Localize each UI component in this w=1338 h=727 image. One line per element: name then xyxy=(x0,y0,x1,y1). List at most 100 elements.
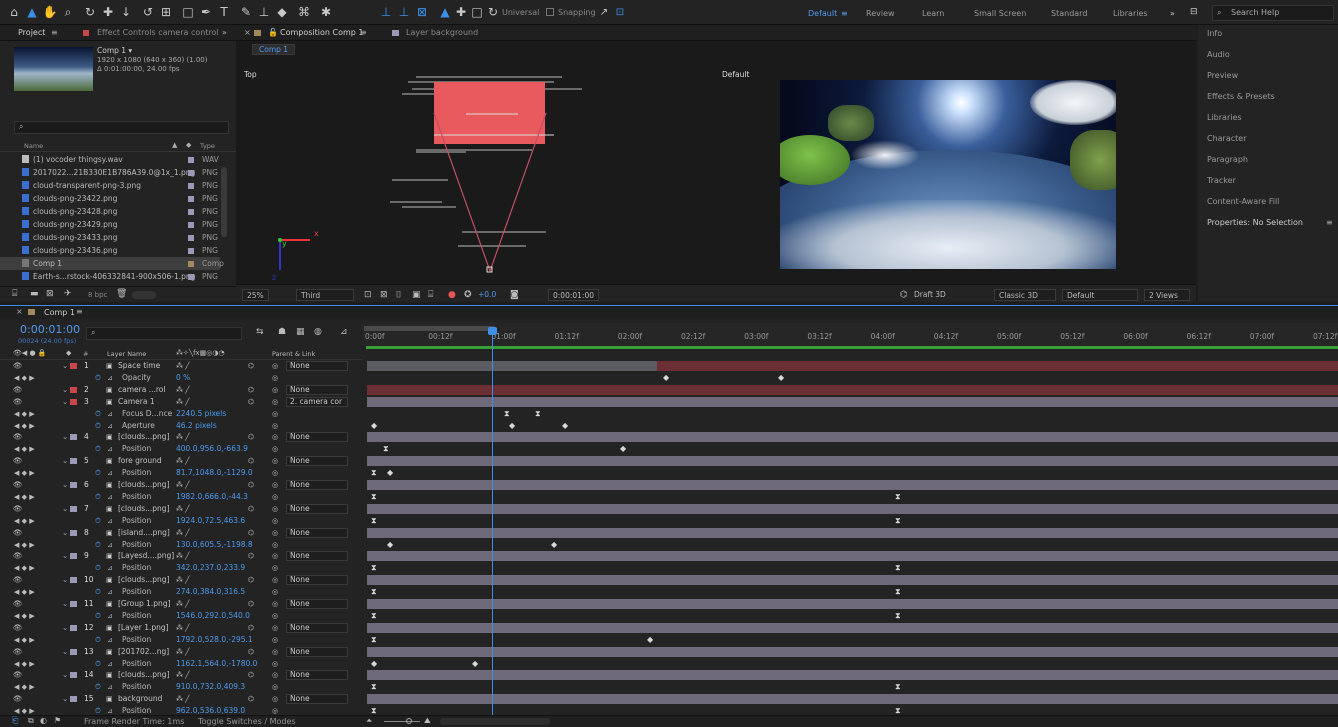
pickwhip-icon[interactable]: ◎ xyxy=(272,455,278,467)
keyframe-nav-icon[interactable]: ◀ ◆ ▶ xyxy=(14,658,35,670)
stopwatch-icon[interactable]: ⏱ xyxy=(95,634,101,646)
transparency-grid-icon[interactable]: ⊠ xyxy=(380,289,388,301)
properties-panel-tab[interactable]: Properties: No Selection xyxy=(1207,218,1303,227)
exposure-icon[interactable]: ✪ xyxy=(464,289,472,301)
layer-name[interactable]: [Group 1.png] xyxy=(118,598,171,610)
keyframe-nav-icon[interactable]: ◀ ◆ ▶ xyxy=(14,443,35,455)
layer-label-color[interactable] xyxy=(70,529,77,536)
project-menu-icon[interactable]: ≡ xyxy=(51,28,58,37)
layer-row[interactable]: 👁 ⌄ 11 ▣ [Group 1.png] ⁂ ╱ ⌬ ◎ None xyxy=(0,598,362,610)
twirl-arrow-icon[interactable]: ⌄ xyxy=(62,646,68,658)
layer-name[interactable]: background xyxy=(118,693,162,705)
workspace-libraries[interactable]: Libraries xyxy=(1113,9,1148,18)
keyframe-icon[interactable]: ⧗ xyxy=(535,408,541,420)
stopwatch-icon[interactable]: ⏱ xyxy=(95,658,101,670)
property-value[interactable]: 910.0,732.0,409.3 xyxy=(176,681,245,693)
switches-icon[interactable]: ⁂ ╱ xyxy=(176,455,189,467)
project-item[interactable]: 2017022...21B330E1B786A39.0@1x_1.png PNG xyxy=(0,166,220,179)
property-value[interactable]: 342.0,237.0,233.9 xyxy=(176,562,245,574)
switches-icon[interactable]: ⁂ ╱ xyxy=(176,598,189,610)
layer-row[interactable]: 👁 ⌄ 1 ▣ Space time ⁂ ╱ ⌬ ◎ None xyxy=(0,360,362,372)
layer-name[interactable]: Space time xyxy=(118,360,160,372)
keyframe-icon[interactable]: ⧗ xyxy=(504,408,510,420)
layer-label-color[interactable] xyxy=(70,624,77,631)
project-item[interactable]: clouds-png-23428.png PNG xyxy=(0,205,220,218)
3d-layer-icon[interactable]: ⌬ xyxy=(248,455,254,467)
composition-flowchart-icon[interactable]: ⇆ xyxy=(256,327,264,337)
parent-dropdown[interactable]: None xyxy=(286,384,348,395)
keyframe-icon[interactable]: ⧗ xyxy=(371,634,377,646)
layer-duration-bar[interactable] xyxy=(367,384,1338,396)
search-help-input[interactable]: ⌕ Search Help xyxy=(1212,5,1334,21)
layer-label-color[interactable] xyxy=(70,672,77,679)
parent-dropdown[interactable]: None xyxy=(286,551,348,562)
new-comp-icon[interactable]: ⊠ xyxy=(46,289,54,299)
visibility-eye-icon[interactable]: 👁 xyxy=(13,455,23,467)
parent-dropdown[interactable]: None xyxy=(286,599,348,609)
effects-presets-panel-tab[interactable]: Effects & Presets xyxy=(1207,92,1275,101)
layer-row[interactable]: 👁 ⌄ 15 ▣ background ⁂ ╱ ⌬ ◎ None xyxy=(0,693,362,705)
frame-blending-icon[interactable]: ▦ xyxy=(296,327,305,337)
keyframe-icon[interactable]: ◆ xyxy=(551,539,557,551)
stopwatch-icon[interactable]: ⏱ xyxy=(95,515,101,527)
grid-icon[interactable]: ▣ xyxy=(412,289,421,301)
pickwhip-icon[interactable]: ◎ xyxy=(272,408,278,420)
keyframe-icon[interactable]: ⧗ xyxy=(371,562,377,574)
workspace-menu-icon[interactable]: ≡ xyxy=(841,9,848,18)
pickwhip-icon[interactable]: ◎ xyxy=(272,396,278,408)
pickwhip-icon[interactable]: ◎ xyxy=(272,681,278,693)
keyframe-track[interactable]: ⧗ ◆ xyxy=(367,443,1338,455)
keyframe-icon[interactable]: ⧗ xyxy=(895,562,901,574)
sort-icon[interactable]: ▲ xyxy=(172,141,177,149)
layer-label-color[interactable] xyxy=(70,505,77,512)
project-item-selected[interactable]: Comp 1 Comp xyxy=(0,257,224,270)
pickwhip-icon[interactable]: ◎ xyxy=(272,372,278,384)
twirl-arrow-icon[interactable]: ⌄ xyxy=(62,669,68,681)
shy-icon[interactable]: ☗ xyxy=(278,327,286,337)
keyframe-icon[interactable]: ⧗ xyxy=(371,681,377,693)
layer-duration-bar[interactable] xyxy=(367,360,1338,372)
switches-icon[interactable]: ⁂ ╱ xyxy=(176,693,189,705)
pen-icon[interactable]: ✒ xyxy=(198,5,214,20)
3d-layer-icon[interactable]: ⌬ xyxy=(248,503,254,515)
property-row[interactable]: ◀ ◆ ▶ ⏱ ⊿ Position 130.0,605.5,-1198.8 ◎ xyxy=(0,539,362,551)
property-row[interactable]: ◀ ◆ ▶ ⏱ ⊿ Position 342.0,237.0,233.9 ◎ xyxy=(0,562,362,574)
keyframe-track[interactable]: ⧗ ⧗ xyxy=(367,408,1338,420)
layer-row[interactable]: 👁 ⌄ 12 ▣ [Layer 1.png] ⁂ ╱ ⌬ ◎ None xyxy=(0,622,362,634)
property-value[interactable]: 1546.0,292.0,540.0 xyxy=(176,610,250,622)
twirl-arrow-icon[interactable]: ⌄ xyxy=(62,598,68,610)
move-3d-icon[interactable]: ✚ xyxy=(453,5,469,20)
pickwhip-icon[interactable]: ◎ xyxy=(272,515,278,527)
parent-dropdown[interactable]: 2. camera cor xyxy=(286,396,348,407)
layer-name[interactable]: [clouds...png] xyxy=(118,574,170,586)
property-value[interactable]: 1792.0,528.0,-295.1 xyxy=(176,634,253,646)
layer-duration-bar[interactable] xyxy=(367,669,1338,681)
stopwatch-icon[interactable]: ⏱ xyxy=(95,562,101,574)
layer-duration-bar[interactable] xyxy=(367,527,1338,539)
keyframe-icon[interactable]: ◆ xyxy=(620,443,626,455)
render-time-icon[interactable]: ⚑ xyxy=(54,716,61,725)
comp-name[interactable]: Comp 1 ▾ xyxy=(97,46,132,55)
visibility-eye-icon[interactable]: 👁 xyxy=(13,384,23,396)
layer-label-color[interactable] xyxy=(70,458,77,465)
local-axis-icon[interactable]: ⊥ xyxy=(378,5,394,20)
workspace-standard[interactable]: Standard xyxy=(1051,9,1087,18)
keyframe-track[interactable]: ⧗ ⧗ xyxy=(367,491,1338,503)
twirl-arrow-icon[interactable]: ⌄ xyxy=(62,431,68,443)
layer-duration-bar[interactable] xyxy=(367,646,1338,658)
pickwhip-icon[interactable]: ◎ xyxy=(272,598,278,610)
graph-editor-icon[interactable]: ⊿ xyxy=(340,327,348,337)
keyframe-icon[interactable]: ⧗ xyxy=(371,586,377,598)
property-value[interactable]: 1924.0,72.5,463.6 xyxy=(176,515,245,527)
twirl-arrow-icon[interactable]: ⌄ xyxy=(62,550,68,562)
col-name[interactable]: Name xyxy=(24,142,43,150)
pickwhip-icon[interactable]: ◎ xyxy=(272,431,278,443)
viewer-menu-icon[interactable]: ≡ xyxy=(360,28,367,37)
libraries-panel-tab[interactable]: Libraries xyxy=(1207,113,1242,122)
brush-icon[interactable]: ✎ xyxy=(238,5,254,20)
layer-name[interactable]: camera ...rol xyxy=(118,384,165,396)
visibility-eye-icon[interactable]: 👁 xyxy=(13,431,23,443)
3d-layer-icon[interactable]: ⌬ xyxy=(248,396,254,408)
keyframe-icon[interactable]: ⧗ xyxy=(895,586,901,598)
3d-layer-icon[interactable]: ⌬ xyxy=(248,360,254,372)
